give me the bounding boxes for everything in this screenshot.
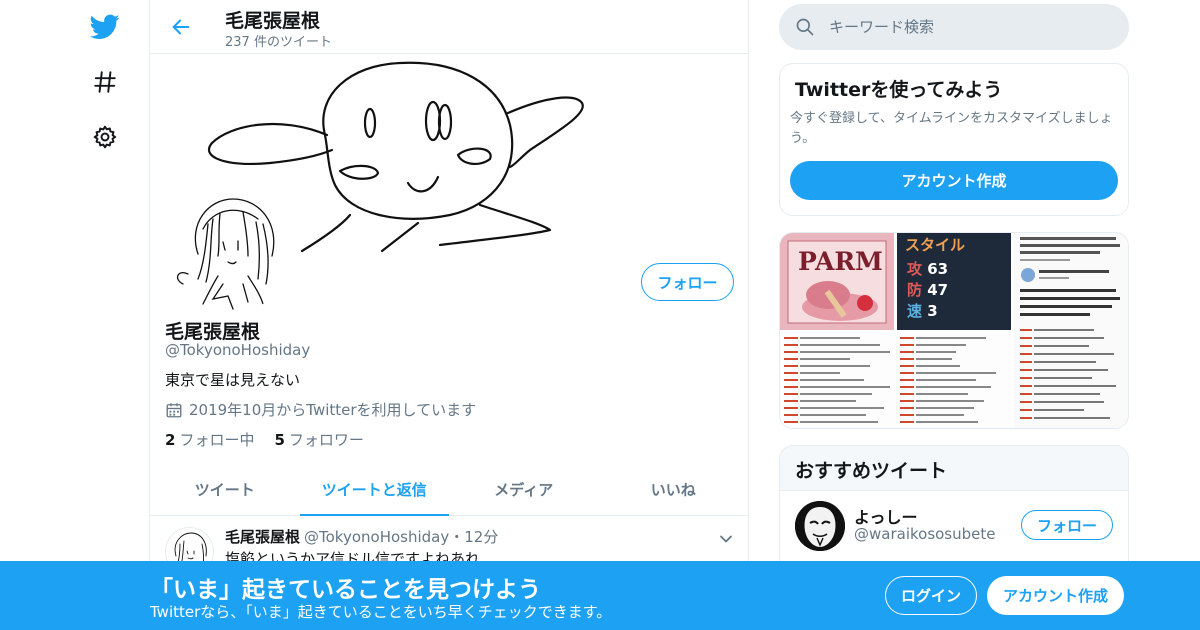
signup-banner-title: 「いま」起きていることを見つけよう [150,577,541,603]
profile-handle: @TokyonoHoshiday [165,341,311,359]
media-tile-3[interactable] [1014,233,1128,428]
recommended-follow-button[interactable]: フォロー [1021,510,1113,540]
tweet-menu-button[interactable] [715,528,737,550]
joined-text: 2019年10月からTwitterを利用しています [189,401,477,419]
signup-button[interactable]: アカウント作成 [987,576,1124,615]
signup-banner: 「いま」起きていることを見つけよう Twitterなら、「いま」起きていることを… [0,561,1200,630]
tweet-author-name[interactable]: 毛尾張屋根 [225,528,300,546]
media-tile-2[interactable]: スタイル 攻 63 防 47 速 3 [897,233,1011,330]
tab-tweets[interactable]: ツイート [150,463,300,515]
tab-tweets-and-replies[interactable]: ツイートと返信 [299,463,450,516]
followers-link[interactable]: 5 フォロワー [274,429,363,450]
settings-link[interactable] [85,117,125,157]
tweet-screenshot-image [1020,237,1120,419]
main-column: 毛尾張屋根 237 件のツイート フォロー 毛尾張屋根 @TokyonoHosh… [149,0,749,630]
tab-media[interactable]: メディア [449,463,599,515]
media-tile-1[interactable]: PARM [780,233,894,330]
media-grid: PARM スタイル 攻 63 防 47 速 3 [779,232,1129,429]
tweet-count: 237 件のツイート [225,35,332,50]
profile-header-bar: 毛尾張屋根 237 件のツイート [150,0,748,54]
chat-log-image [784,337,996,423]
media-tile-4[interactable] [780,333,1011,428]
signup-banner-subtitle: Twitterなら、「いま」起きていることをいち早くチェックできます。 [150,603,612,621]
arrow-left-icon [172,19,190,35]
gear-icon [93,125,117,149]
following-count: 2 [165,431,176,449]
twitter-home-link[interactable] [85,7,125,47]
profile-name: 毛尾張屋根 [165,321,261,343]
signup-card-text: 今すぐ登録して、タイムラインをカスタマイズしましょう。 [790,111,1113,146]
recommended-handle: @waraikososubete [854,525,996,543]
profile-bio: 東京で星は見えない [165,371,301,389]
calendar-icon [166,402,182,417]
hashtag-icon [94,71,116,93]
recommended-header: おすすめツイート [780,446,1128,491]
follow-button[interactable]: フォロー [641,263,734,301]
search-box [779,4,1129,50]
media-tile-1-text: PARM [798,247,883,276]
explore-link[interactable] [85,62,125,102]
twitter-bird-icon [90,14,120,39]
back-button[interactable] [166,12,196,42]
followers-label: フォロワー [288,431,364,449]
profile-joined: 2019年10月からTwitterを利用しています [165,399,476,420]
follow-stats: 2 フォロー中 5 フォロワー [165,429,364,450]
search-icon [796,18,814,36]
tweet-header: 毛尾張屋根 @TokyonoHoshiday・12分 [225,526,498,547]
recommended-title: おすすめツイート [795,460,948,482]
recommended-avatar[interactable] [795,501,845,551]
media-tile-2-stats: 攻 63 防 47 速 3 [907,260,949,320]
signup-card: Twitterを使ってみよう 今すぐ登録して、タイムラインをカスタマイズしましょ… [779,63,1129,216]
search-input[interactable] [829,12,1114,42]
chevron-down-icon [720,535,732,543]
following-label: フォロー中 [179,431,255,449]
login-button[interactable]: ログイン [885,576,977,615]
tab-likes[interactable]: いいね [599,463,749,515]
media-tile-2-text: スタイル [905,236,966,254]
left-nav [70,0,150,630]
avatar-doodle-image [176,198,275,310]
following-link[interactable]: 2 フォロー中 [165,429,254,450]
followers-count: 5 [274,431,285,449]
mask-avatar-image [795,501,845,551]
page: 毛尾張屋根 237 件のツイート フォロー 毛尾張屋根 @TokyonoHosh… [0,0,1200,630]
profile-avatar[interactable] [164,180,300,316]
create-account-button[interactable]: アカウント作成 [790,161,1118,200]
tweet-author-handle-time: @TokyonoHoshiday・12分 [304,528,499,546]
signup-card-title: Twitterを使ってみよう [795,79,1003,101]
profile-tabs: ツイート ツイートと返信 メディア いいね [150,463,748,516]
page-title: 毛尾張屋根 [225,10,321,32]
